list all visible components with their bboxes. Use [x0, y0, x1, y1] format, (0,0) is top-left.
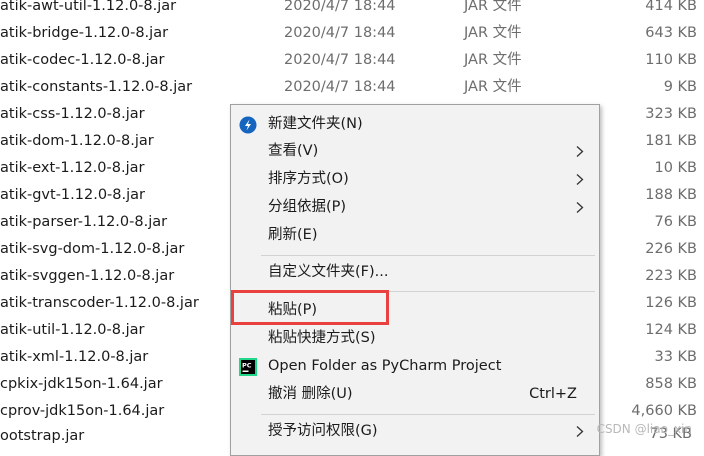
menu-item-group[interactable]: 分组依据(P) — [231, 194, 599, 221]
file-date: 2020/4/7 18:44 — [284, 79, 396, 95]
file-row[interactable]: atik-awt-util-1.12.0-8.jar 2020/4/7 18:4… — [0, 0, 704, 20]
svg-text:PC: PC — [242, 362, 252, 370]
file-row[interactable]: atik-constants-1.12.0-8.jar 2020/4/7 18:… — [0, 74, 704, 101]
chevron-right-icon — [576, 426, 584, 437]
file-type: JAR 文件 — [464, 0, 522, 14]
file-name: atik-awt-util-1.12.0-8.jar — [0, 0, 177, 14]
file-size: 223 KB — [645, 268, 697, 284]
menu-item-grant-access[interactable]: 授予访问权限(G) — [231, 418, 599, 445]
menu-separator — [261, 255, 595, 256]
menu-item-refresh[interactable]: 刷新(E) — [231, 222, 599, 249]
menu-label: 授予访问权限(G) — [268, 423, 378, 439]
file-name: cpkix-jdk15on-1.64.jar — [0, 376, 163, 392]
file-size: 124 KB — [645, 322, 697, 338]
file-size: 126 KB — [645, 295, 697, 311]
shortcut-label: Ctrl+Z — [529, 386, 577, 402]
file-type: JAR 文件 — [464, 25, 522, 41]
file-name: atik-constants-1.12.0-8.jar — [0, 79, 193, 95]
new-folder-icon — [239, 116, 257, 134]
file-size: 188 KB — [645, 187, 697, 203]
file-size: 10 KB — [654, 160, 697, 176]
file-size: 181 KB — [645, 133, 697, 149]
file-size: 76 KB — [654, 214, 697, 230]
menu-item-open-pycharm[interactable]: PC Open Folder as PyCharm Project — [231, 353, 599, 380]
file-date: 2020/4/7 18:44 — [284, 0, 396, 14]
paste-highlight-box — [231, 290, 389, 325]
chevron-right-icon — [576, 146, 584, 157]
file-size: 33 KB — [654, 349, 697, 365]
file-name: atik-parser-1.12.0-8.jar — [0, 214, 168, 230]
menu-label: 粘贴快捷方式(S) — [268, 330, 376, 346]
menu-label: 分组依据(P) — [268, 199, 347, 215]
file-name: atik-svggen-1.12.0-8.jar — [0, 268, 175, 284]
pycharm-icon: PC — [239, 358, 257, 376]
menu-separator — [261, 414, 595, 415]
file-size: 323 KB — [645, 106, 697, 122]
file-size: 110 KB — [645, 52, 697, 68]
menu-label: 查看(V) — [268, 143, 319, 159]
context-menu: 新建文件夹(N) 查看(V) 排序方式(O) 分组依据(P) 刷新(E) 自定义… — [230, 104, 600, 456]
menu-item-view[interactable]: 查看(V) — [231, 138, 599, 165]
file-row[interactable]: atik-codec-1.12.0-8.jar 2020/4/7 18:44 J… — [0, 47, 704, 74]
menu-item-paste-shortcut[interactable]: 粘贴快捷方式(S) — [231, 325, 599, 352]
file-row[interactable]: atik-bridge-1.12.0-8.jar 2020/4/7 18:44 … — [0, 20, 704, 47]
menu-item-undo-delete[interactable]: 撤消 删除(U) Ctrl+Z — [231, 381, 599, 408]
file-name: atik-gvt-1.12.0-8.jar — [0, 187, 145, 203]
file-name: atik-xml-1.12.0-8.jar — [0, 349, 149, 365]
menu-label: 新建文件夹(N) — [268, 116, 363, 132]
file-name: atik-bridge-1.12.0-8.jar — [0, 25, 169, 41]
menu-item-sort[interactable]: 排序方式(O) — [231, 166, 599, 193]
watermark: CSDN @liao_xin — [596, 422, 692, 436]
file-size: 9 KB — [663, 79, 697, 95]
file-size: 414 KB — [645, 0, 697, 14]
menu-label: 自定义文件夹(F)... — [268, 264, 389, 280]
file-size: 858 KB — [645, 376, 697, 392]
file-name: cprov-jdk15on-1.64.jar — [0, 403, 165, 419]
file-name: atik-util-1.12.0-8.jar — [0, 322, 145, 338]
file-name: atik-transcoder-1.12.0-8.jar — [0, 295, 199, 311]
menu-item-new-folder[interactable]: 新建文件夹(N) — [231, 111, 599, 138]
file-size: 643 KB — [645, 25, 697, 41]
file-name: atik-codec-1.12.0-8.jar — [0, 52, 165, 68]
file-date: 2020/4/7 18:44 — [284, 25, 396, 41]
file-type: JAR 文件 — [464, 52, 522, 68]
file-type: JAR 文件 — [464, 79, 522, 95]
file-name: atik-dom-1.12.0-8.jar — [0, 133, 154, 149]
file-name: atik-css-1.12.0-8.jar — [0, 106, 145, 122]
file-size: 226 KB — [645, 241, 697, 257]
menu-label: 刷新(E) — [268, 227, 318, 243]
file-date: 2020/4/7 18:44 — [284, 52, 396, 68]
file-name: atik-ext-1.12.0-8.jar — [0, 160, 145, 176]
chevron-right-icon — [576, 174, 584, 185]
menu-label: 撤消 删除(U) — [268, 386, 353, 402]
menu-label: 排序方式(O) — [268, 171, 349, 187]
menu-label: Open Folder as PyCharm Project — [268, 358, 502, 374]
menu-item-customize-folder[interactable]: 自定义文件夹(F)... — [231, 259, 599, 286]
chevron-right-icon — [576, 202, 584, 213]
file-name: atik-svg-dom-1.12.0-8.jar — [0, 241, 185, 257]
